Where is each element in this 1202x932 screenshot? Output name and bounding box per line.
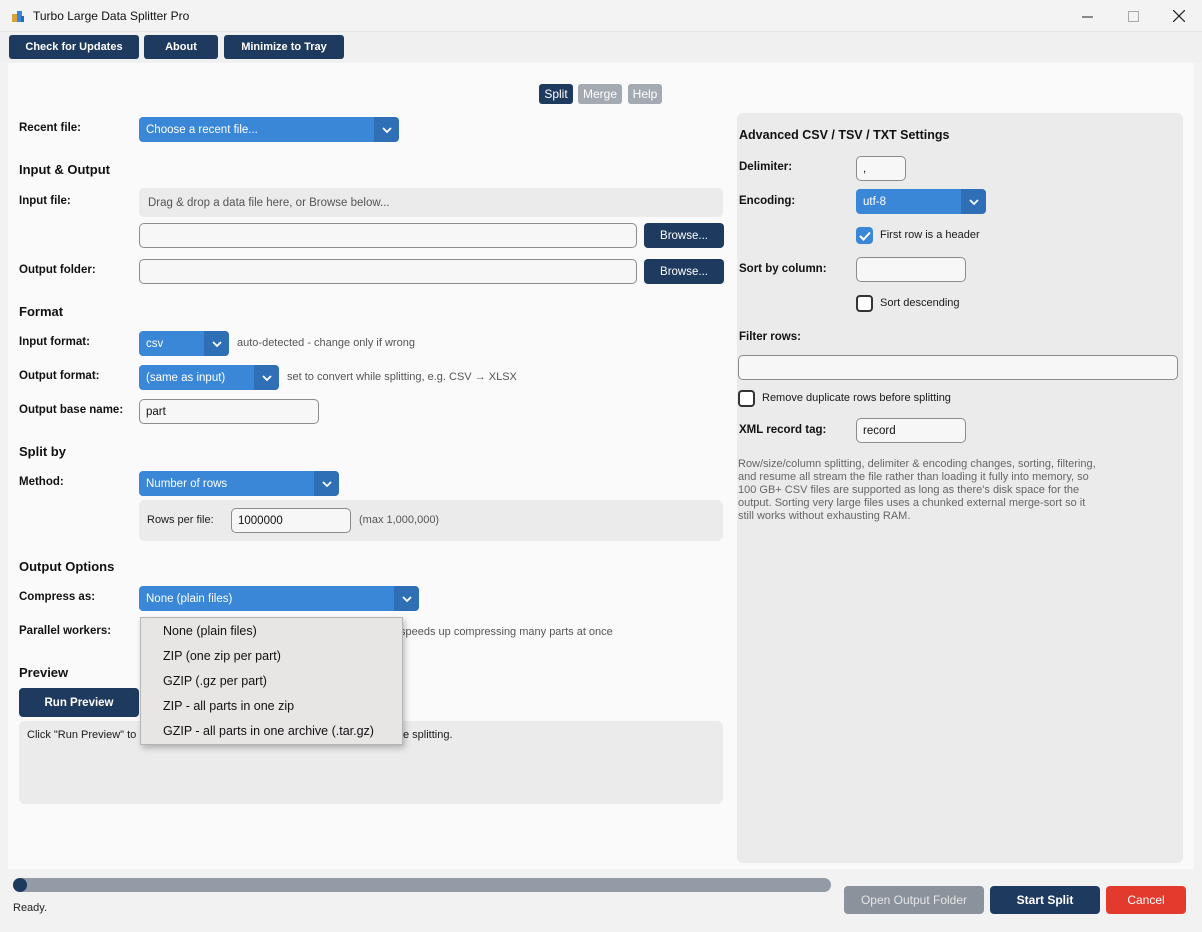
minimize-icon xyxy=(1081,16,1093,17)
method-label: Method: xyxy=(19,476,64,488)
filter-rows-field[interactable] xyxy=(738,355,1178,380)
sort-descending-label: Sort descending xyxy=(880,297,960,309)
advanced-heading: Advanced CSV / TSV / TXT Settings xyxy=(739,128,950,142)
note-line: 100 GB+ CSV files are supported as long … xyxy=(738,484,1080,496)
xml-tag-label: XML record tag: xyxy=(739,424,827,436)
menu-item-gzip-per-part[interactable]: GZIP (.gz per part) xyxy=(163,674,267,688)
tab-help[interactable]: Help xyxy=(628,84,662,104)
sort-column-field[interactable] xyxy=(856,257,966,282)
input-format-hint: auto-detected - change only if wrong xyxy=(237,337,415,349)
method-value: Number of rows xyxy=(146,477,228,490)
open-output-folder-button[interactable]: Open Output Folder xyxy=(844,886,984,914)
encoding-combo[interactable]: utf-8 xyxy=(856,189,986,214)
rows-per-file-hint: (max 1,000,000) xyxy=(359,514,440,526)
output-folder-field[interactable] xyxy=(139,259,637,284)
check-updates-button[interactable]: Check for Updates xyxy=(9,35,139,59)
compress-dropdown-menu: None (plain files) ZIP (one zip per part… xyxy=(140,617,403,745)
tab-merge[interactable]: Merge xyxy=(578,84,622,104)
recent-file-label: Recent file: xyxy=(19,122,81,134)
section-preview: Preview xyxy=(19,665,69,680)
progress-bar xyxy=(13,878,831,892)
section-split-by: Split by xyxy=(19,444,66,459)
dedupe-label: Remove duplicate rows before splitting xyxy=(762,392,951,404)
drop-zone[interactable]: Drag & drop a data file here, or Browse … xyxy=(139,188,723,217)
about-button[interactable]: About xyxy=(144,35,218,59)
parallel-workers-label: Parallel workers: xyxy=(19,625,112,637)
base-name-label: Output base name: xyxy=(19,404,124,416)
note-line: still works without exhausting RAM. xyxy=(738,510,911,522)
streaming-note: Row/size/column splitting, delimiter & e… xyxy=(738,458,1178,523)
window-title: Turbo Large Data Splitter Pro xyxy=(33,9,190,23)
parallel-workers-hint: speeds up compressing many parts at once xyxy=(400,626,613,638)
close-window-button[interactable] xyxy=(1156,0,1202,32)
browse-input-button[interactable]: Browse... xyxy=(644,223,724,248)
start-split-button[interactable]: Start Split xyxy=(990,886,1100,914)
delimiter-label: Delimiter: xyxy=(739,161,793,173)
output-format-label: Output format: xyxy=(19,370,100,382)
xml-tag-field[interactable]: record xyxy=(856,418,966,443)
menu-item-zip-all[interactable]: ZIP - all parts in one zip xyxy=(163,699,294,713)
dedupe-checkbox[interactable] xyxy=(738,390,755,407)
minimize-to-tray-button[interactable]: Minimize to Tray xyxy=(224,35,344,59)
header-checkbox[interactable] xyxy=(856,227,873,244)
run-preview-button[interactable]: Run Preview xyxy=(19,688,139,717)
status-text: Ready. xyxy=(13,902,48,914)
sort-column-label: Sort by column: xyxy=(739,263,827,275)
chevron-down-icon xyxy=(314,471,339,496)
section-input-output: Input & Output xyxy=(19,162,110,177)
output-folder-label: Output folder: xyxy=(19,264,96,276)
preview-text-end: e splitting. xyxy=(403,729,453,741)
input-format-combo[interactable]: csv xyxy=(139,331,229,356)
header-checkbox-label: First row is a header xyxy=(880,229,980,241)
input-format-label: Input format: xyxy=(19,336,90,348)
sort-descending-checkbox[interactable] xyxy=(856,295,873,312)
chevron-down-icon xyxy=(394,586,419,611)
chevron-down-icon xyxy=(961,189,986,214)
maximize-icon xyxy=(1127,10,1139,22)
chevron-down-icon xyxy=(254,365,279,390)
menu-item-zip-per-part[interactable]: ZIP (one zip per part) xyxy=(163,649,281,663)
method-combo[interactable]: Number of rows xyxy=(139,471,339,496)
base-name-field[interactable]: part xyxy=(139,399,319,424)
close-icon xyxy=(1173,10,1185,22)
input-file-label: Input file: xyxy=(19,195,71,207)
recent-file-value: Choose a recent file... xyxy=(146,123,258,136)
input-file-field[interactable] xyxy=(139,223,637,248)
section-format: Format xyxy=(19,304,64,319)
rows-per-file-label: Rows per file: xyxy=(147,514,214,526)
chevron-down-icon xyxy=(204,331,229,356)
note-line: Row/size/column splitting, delimiter & e… xyxy=(738,458,1096,470)
compress-label: Compress as: xyxy=(19,591,96,603)
encoding-label: Encoding: xyxy=(739,195,796,207)
minimize-window-button[interactable] xyxy=(1064,0,1110,32)
section-output-options: Output Options xyxy=(19,559,115,574)
filter-rows-label: Filter rows: xyxy=(739,331,801,343)
chevron-down-icon xyxy=(374,117,399,142)
delimiter-field[interactable]: , xyxy=(856,156,906,181)
app-icon xyxy=(12,11,24,22)
maximize-window-button[interactable] xyxy=(1110,0,1156,32)
note-line: and resume all stream the file rather th… xyxy=(738,471,1089,483)
output-format-hint: set to convert while splitting, e.g. CSV… xyxy=(287,371,517,383)
compress-combo[interactable]: None (plain files) xyxy=(139,586,419,611)
output-format-combo[interactable]: (same as input) xyxy=(139,365,279,390)
progress-indicator xyxy=(13,878,27,892)
note-line: output. Sorting very large files uses a … xyxy=(738,497,1086,509)
compress-value: None (plain files) xyxy=(146,592,233,605)
browse-output-button[interactable]: Browse... xyxy=(644,259,724,284)
checkmark-icon xyxy=(858,231,871,241)
preview-text-start: Click "Run Preview" to xyxy=(27,729,137,741)
menu-item-gzip-all[interactable]: GZIP - all parts in one archive (.tar.gz… xyxy=(163,724,374,738)
rows-per-file-field[interactable]: 1000000 xyxy=(231,508,351,533)
cancel-button[interactable]: Cancel xyxy=(1106,886,1186,914)
tab-split[interactable]: Split xyxy=(539,84,573,104)
menu-item-none[interactable]: None (plain files) xyxy=(163,624,257,638)
recent-file-combo[interactable]: Choose a recent file... xyxy=(139,117,399,142)
